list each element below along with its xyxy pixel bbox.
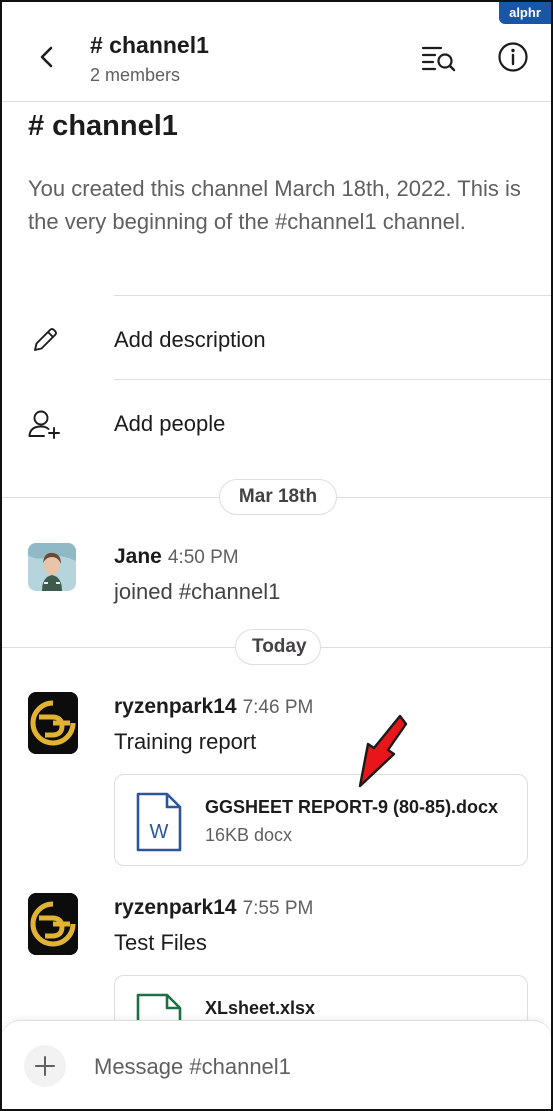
message-timestamp: 7:55 PM: [242, 898, 314, 919]
list-search-icon: [421, 46, 456, 72]
add-description-label: Add description: [114, 327, 266, 352]
file-meta: 16KB docx: [205, 825, 293, 845]
message-text: Training report: [114, 729, 257, 754]
gold-logo-icon: [28, 893, 78, 955]
pencil-icon: [28, 323, 62, 357]
channel-info-button[interactable]: [496, 40, 530, 74]
add-people-row[interactable]: Add people: [2, 383, 551, 463]
message-input[interactable]: [94, 1051, 514, 1083]
add-person-icon: [28, 407, 62, 441]
channel-intro-text: You created this channel March 18th, 202…: [28, 176, 521, 234]
svg-text:W: W: [150, 821, 169, 843]
word-doc-icon: W: [136, 792, 182, 852]
date-pill-mar18[interactable]: Mar 18th: [219, 479, 337, 515]
message-timestamp: 7:46 PM: [242, 697, 314, 718]
app-frame: alphr # channel1 2 members # channel1 Yo…: [0, 0, 553, 1111]
message-composer: [2, 1020, 551, 1109]
file-name: GGSHEET REPORT-9 (80-85).docx: [205, 797, 499, 817]
avatar[interactable]: [28, 893, 78, 955]
search-messages-button[interactable]: [420, 42, 458, 74]
alphr-watermark: alphr: [499, 2, 551, 24]
header-channel-title[interactable]: # channel1: [90, 32, 209, 59]
avatar[interactable]: [28, 692, 78, 754]
message-author[interactable]: Jane 4:50 PM: [114, 545, 239, 569]
add-description-row[interactable]: Add description: [2, 299, 551, 379]
annotation-arrow-icon: [358, 714, 408, 788]
author-name[interactable]: ryzenpark14: [114, 695, 237, 718]
header-member-count[interactable]: 2 members: [90, 65, 180, 86]
info-icon: [498, 42, 528, 72]
avatar[interactable]: [28, 543, 76, 591]
add-attachment-button[interactable]: [24, 1045, 66, 1087]
message-text: joined #channel1: [114, 579, 281, 604]
divider: [114, 295, 551, 296]
add-people-label: Add people: [114, 411, 226, 436]
plus-icon: [35, 1056, 55, 1076]
message-text: Test Files: [114, 930, 207, 955]
channel-header: # channel1 2 members: [2, 2, 551, 102]
file-attachment-card[interactable]: W GGSHEET REPORT-9 (80-85).docx 16KB doc…: [114, 774, 528, 866]
author-name[interactable]: Jane: [114, 545, 162, 568]
chevron-left-icon: [40, 46, 53, 68]
divider: [114, 379, 551, 380]
channel-heading: # channel1: [28, 110, 178, 142]
message-author[interactable]: ryzenpark14 7:46 PM: [114, 695, 313, 719]
back-button[interactable]: [32, 40, 62, 74]
date-pill-today[interactable]: Today: [235, 629, 321, 665]
file-name: XLsheet.xlsx: [205, 998, 316, 1018]
message-timestamp: 4:50 PM: [167, 547, 239, 568]
message-author[interactable]: ryzenpark14 7:55 PM: [114, 896, 313, 920]
author-name[interactable]: ryzenpark14: [114, 896, 237, 919]
gold-logo-icon: [28, 692, 78, 754]
